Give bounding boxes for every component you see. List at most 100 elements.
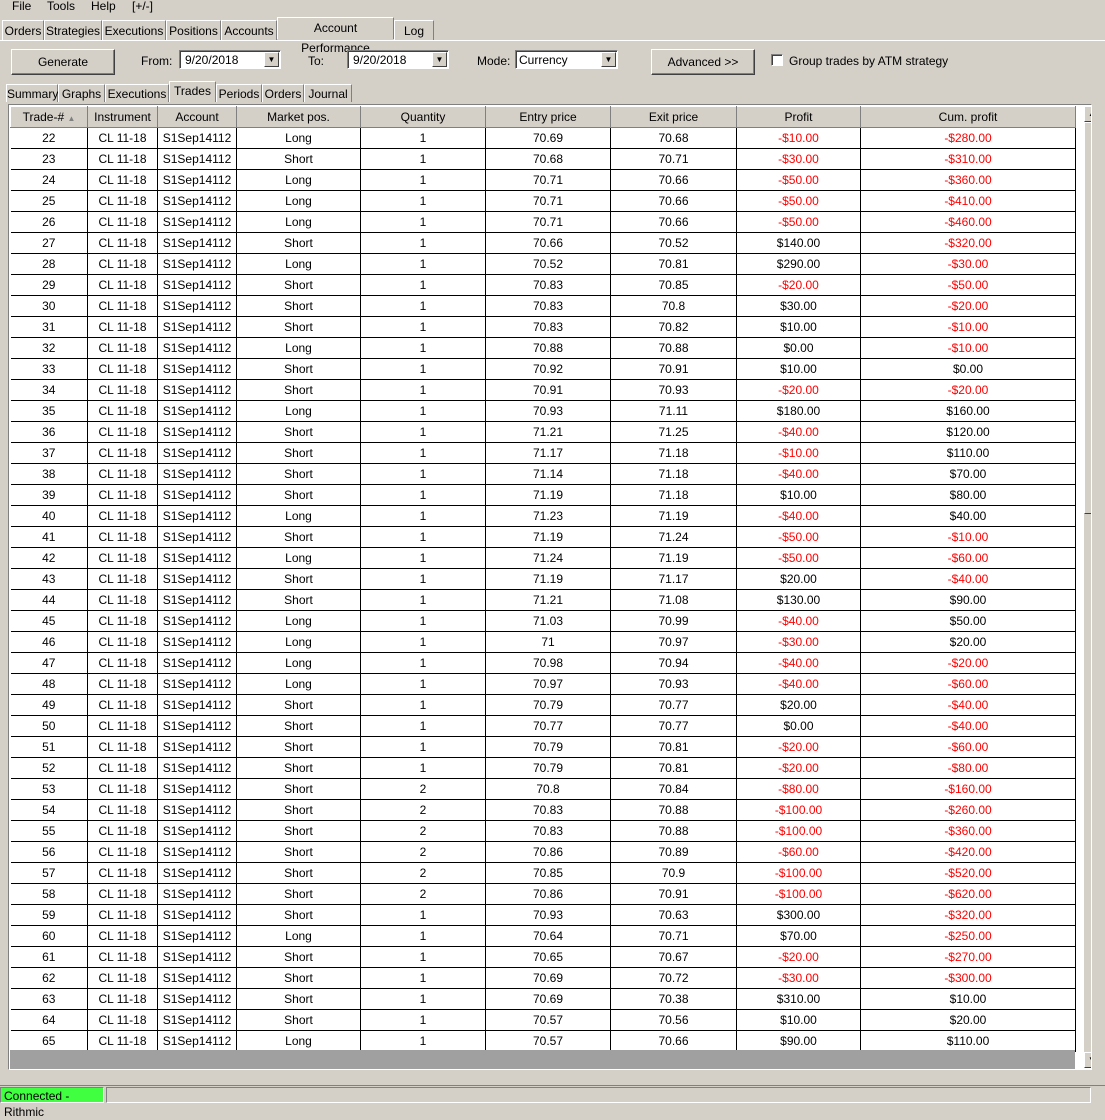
chevron-down-icon[interactable]: ▼ [432, 52, 447, 67]
cell-instrument: CL 11-18 [87, 148, 158, 170]
cell-market-pos: Long [236, 547, 361, 569]
table-row[interactable]: 44 CL 11-18 S1Sep14112 Short 1 71.21 71.08 $130… [10, 589, 1076, 611]
table-row[interactable]: 62 CL 11-18 S1Sep14112 Short 1 70.69 70.72 -$30… [10, 967, 1076, 989]
from-date-picker[interactable]: 9/20/2018 ▼ [179, 50, 281, 69]
table-row[interactable]: 30 CL 11-18 S1Sep14112 Short 1 70.83 70.8 $30.0… [10, 295, 1076, 317]
tab-graphs[interactable]: Graphs [58, 84, 105, 102]
table-row[interactable]: 34 CL 11-18 S1Sep14112 Short 1 70.91 70.93 -$20… [10, 379, 1076, 401]
tab-executions[interactable]: Executions [102, 20, 166, 40]
table-row[interactable]: 47 CL 11-18 S1Sep14112 Long 1 70.98 70.94 -$40.… [10, 652, 1076, 674]
table-row[interactable]: 45 CL 11-18 S1Sep14112 Long 1 71.03 70.99 -$40.… [10, 610, 1076, 632]
chevron-down-icon[interactable]: ▼ [601, 52, 616, 67]
table-row[interactable]: 57 CL 11-18 S1Sep14112 Short 2 70.85 70.9 -$100… [10, 862, 1076, 884]
table-row[interactable]: 61 CL 11-18 S1Sep14112 Short 1 70.65 70.67 -$20… [10, 946, 1076, 968]
table-row[interactable]: 55 CL 11-18 S1Sep14112 Short 2 70.83 70.88 -$10… [10, 820, 1076, 842]
table-row[interactable]: 29 CL 11-18 S1Sep14112 Short 1 70.83 70.85 -$20… [10, 274, 1076, 296]
column-header-instrument[interactable]: Instrument [87, 106, 158, 128]
chevron-down-icon[interactable]: ▼ [264, 52, 279, 67]
table-row[interactable]: 60 CL 11-18 S1Sep14112 Long 1 70.64 70.71 $70.0… [10, 925, 1076, 947]
table-row[interactable]: 38 CL 11-18 S1Sep14112 Short 1 71.14 71.18 -$40… [10, 463, 1076, 485]
table-row[interactable]: 31 CL 11-18 S1Sep14112 Short 1 70.83 70.82 $10.… [10, 316, 1076, 338]
generate-button[interactable]: Generate [11, 49, 115, 75]
tab-trades[interactable]: Trades [169, 81, 216, 102]
column-header-trade-number[interactable]: Trade-# ▲ [10, 106, 88, 128]
menu-help[interactable]: Help [91, 0, 116, 16]
vertical-scrollbar[interactable]: ▲ ▼ [1084, 106, 1091, 1068]
advanced-button[interactable]: Advanced >> [651, 49, 755, 75]
table-row[interactable]: 42 CL 11-18 S1Sep14112 Long 1 71.24 71.19 -$50.… [10, 547, 1076, 569]
table-row[interactable]: 46 CL 11-18 S1Sep14112 Long 1 71 70.97 -$30.00 $… [10, 631, 1076, 653]
table-row[interactable]: 40 CL 11-18 S1Sep14112 Long 1 71.23 71.19 -$40.… [10, 505, 1076, 527]
scrollbar-track[interactable] [1084, 514, 1091, 1052]
table-row[interactable]: 41 CL 11-18 S1Sep14112 Short 1 71.19 71.24 -$50… [10, 526, 1076, 548]
table-row[interactable]: 25 CL 11-18 S1Sep14112 Long 1 70.71 70.66 -$50.… [10, 190, 1076, 212]
table-row[interactable]: 36 CL 11-18 S1Sep14112 Short 1 71.21 71.25 -$40… [10, 421, 1076, 443]
tab-journal[interactable]: Journal [304, 84, 352, 102]
cell-exit-price: 71.17 [610, 568, 737, 590]
cell-profit: $310.00 [736, 988, 861, 1010]
column-header-exit-price[interactable]: Exit price [610, 106, 737, 128]
table-row[interactable]: 52 CL 11-18 S1Sep14112 Short 1 70.79 70.81 -$20… [10, 757, 1076, 779]
mode-select[interactable]: Currency ▼ [515, 50, 618, 69]
tab-log[interactable]: Log [394, 20, 434, 40]
table-row[interactable]: 56 CL 11-18 S1Sep14112 Short 2 70.86 70.89 -$60… [10, 841, 1076, 863]
cell-trade-number: 35 [10, 400, 88, 422]
table-row[interactable]: 49 CL 11-18 S1Sep14112 Short 1 70.79 70.77 $20.… [10, 694, 1076, 716]
table-row[interactable]: 33 CL 11-18 S1Sep14112 Short 1 70.92 70.91 $10.… [10, 358, 1076, 380]
table-row[interactable]: 28 CL 11-18 S1Sep14112 Long 1 70.52 70.81 $290.… [10, 253, 1076, 275]
column-header-profit[interactable]: Profit [736, 106, 861, 128]
table-row[interactable]: 58 CL 11-18 S1Sep14112 Short 2 70.86 70.91 -$10… [10, 883, 1076, 905]
tab-executions-report[interactable]: Executions [105, 84, 169, 102]
column-header-quantity[interactable]: Quantity [360, 106, 486, 128]
scroll-down-icon[interactable]: ▼ [1084, 1052, 1091, 1068]
column-header-market-pos[interactable]: Market pos. [236, 106, 361, 128]
cell-account: S1Sep14112 [157, 253, 237, 275]
tab-summary[interactable]: Summary [6, 84, 58, 102]
tab-orders[interactable]: Orders [2, 20, 44, 40]
table-row[interactable]: 35 CL 11-18 S1Sep14112 Long 1 70.93 71.11 $180.… [10, 400, 1076, 422]
to-date-picker[interactable]: 9/20/2018 ▼ [347, 50, 449, 69]
cell-profit: $20.00 [736, 568, 861, 590]
table-row[interactable]: 22 CL 11-18 S1Sep14112 Long 1 70.69 70.68 -$10.… [10, 127, 1076, 149]
cell-exit-price: 70.77 [610, 694, 737, 716]
menu-file[interactable]: File [12, 0, 31, 16]
tab-account-performance[interactable]: Account Performance [277, 17, 394, 55]
column-header-account[interactable]: Account [157, 106, 237, 128]
menu-tools[interactable]: Tools [47, 0, 75, 16]
cell-instrument: CL 11-18 [87, 421, 158, 443]
table-row[interactable]: 63 CL 11-18 S1Sep14112 Short 1 70.69 70.38 $310… [10, 988, 1076, 1010]
table-row[interactable]: 32 CL 11-18 S1Sep14112 Long 1 70.88 70.88 $0.00… [10, 337, 1076, 359]
table-row[interactable]: 54 CL 11-18 S1Sep14112 Short 2 70.83 70.88 -$10… [10, 799, 1076, 821]
cell-trade-number: 63 [10, 988, 88, 1010]
column-header-cum-profit[interactable]: Cum. profit [860, 106, 1076, 128]
menu-expand[interactable]: [+/-] [132, 0, 153, 16]
tab-strategies[interactable]: Strategies [44, 20, 102, 40]
scroll-up-icon[interactable]: ▲ [1084, 106, 1091, 122]
table-row[interactable]: 48 CL 11-18 S1Sep14112 Long 1 70.97 70.93 -$40.… [10, 673, 1076, 695]
table-row[interactable]: 59 CL 11-18 S1Sep14112 Short 1 70.93 70.63 $300… [10, 904, 1076, 926]
table-row[interactable]: 39 CL 11-18 S1Sep14112 Short 1 71.19 71.18 $10.… [10, 484, 1076, 506]
tab-positions[interactable]: Positions [166, 20, 221, 40]
table-row[interactable]: 64 CL 11-18 S1Sep14112 Short 1 70.57 70.56 $10.… [10, 1009, 1076, 1031]
tab-orders-report[interactable]: Orders [262, 84, 304, 102]
cell-quantity: 1 [360, 190, 486, 212]
table-row[interactable]: 27 CL 11-18 S1Sep14112 Short 1 70.66 70.52 $140… [10, 232, 1076, 254]
table-row[interactable]: 43 CL 11-18 S1Sep14112 Short 1 71.19 71.17 $20.… [10, 568, 1076, 590]
table-row[interactable]: 51 CL 11-18 S1Sep14112 Short 1 70.79 70.81 -$20… [10, 736, 1076, 758]
table-row[interactable]: 26 CL 11-18 S1Sep14112 Long 1 70.71 70.66 -$50.… [10, 211, 1076, 233]
table-row[interactable]: 24 CL 11-18 S1Sep14112 Long 1 70.71 70.66 -$50.… [10, 169, 1076, 191]
group-trades-checkbox[interactable] [771, 54, 783, 66]
table-row[interactable]: 37 CL 11-18 S1Sep14112 Short 1 71.17 71.18 -$10… [10, 442, 1076, 464]
table-row[interactable]: 50 CL 11-18 S1Sep14112 Short 1 70.77 70.77 $0.0… [10, 715, 1076, 737]
cell-trade-number: 58 [10, 883, 88, 905]
scrollbar-thumb[interactable] [1084, 122, 1091, 514]
column-header-entry-price[interactable]: Entry price [485, 106, 611, 128]
tab-accounts[interactable]: Accounts [221, 20, 277, 40]
cell-profit: -$20.00 [736, 736, 861, 758]
cell-profit: $180.00 [736, 400, 861, 422]
cell-account: S1Sep14112 [157, 652, 237, 674]
table-row[interactable]: 53 CL 11-18 S1Sep14112 Short 2 70.8 70.84 -$80.… [10, 778, 1076, 800]
table-row[interactable]: 65 CL 11-18 S1Sep14112 Long 1 70.57 70.66 $90.0… [10, 1030, 1076, 1052]
tab-periods[interactable]: Periods [216, 84, 262, 102]
table-row[interactable]: 23 CL 11-18 S1Sep14112 Short 1 70.68 70.71 -$30… [10, 148, 1076, 170]
